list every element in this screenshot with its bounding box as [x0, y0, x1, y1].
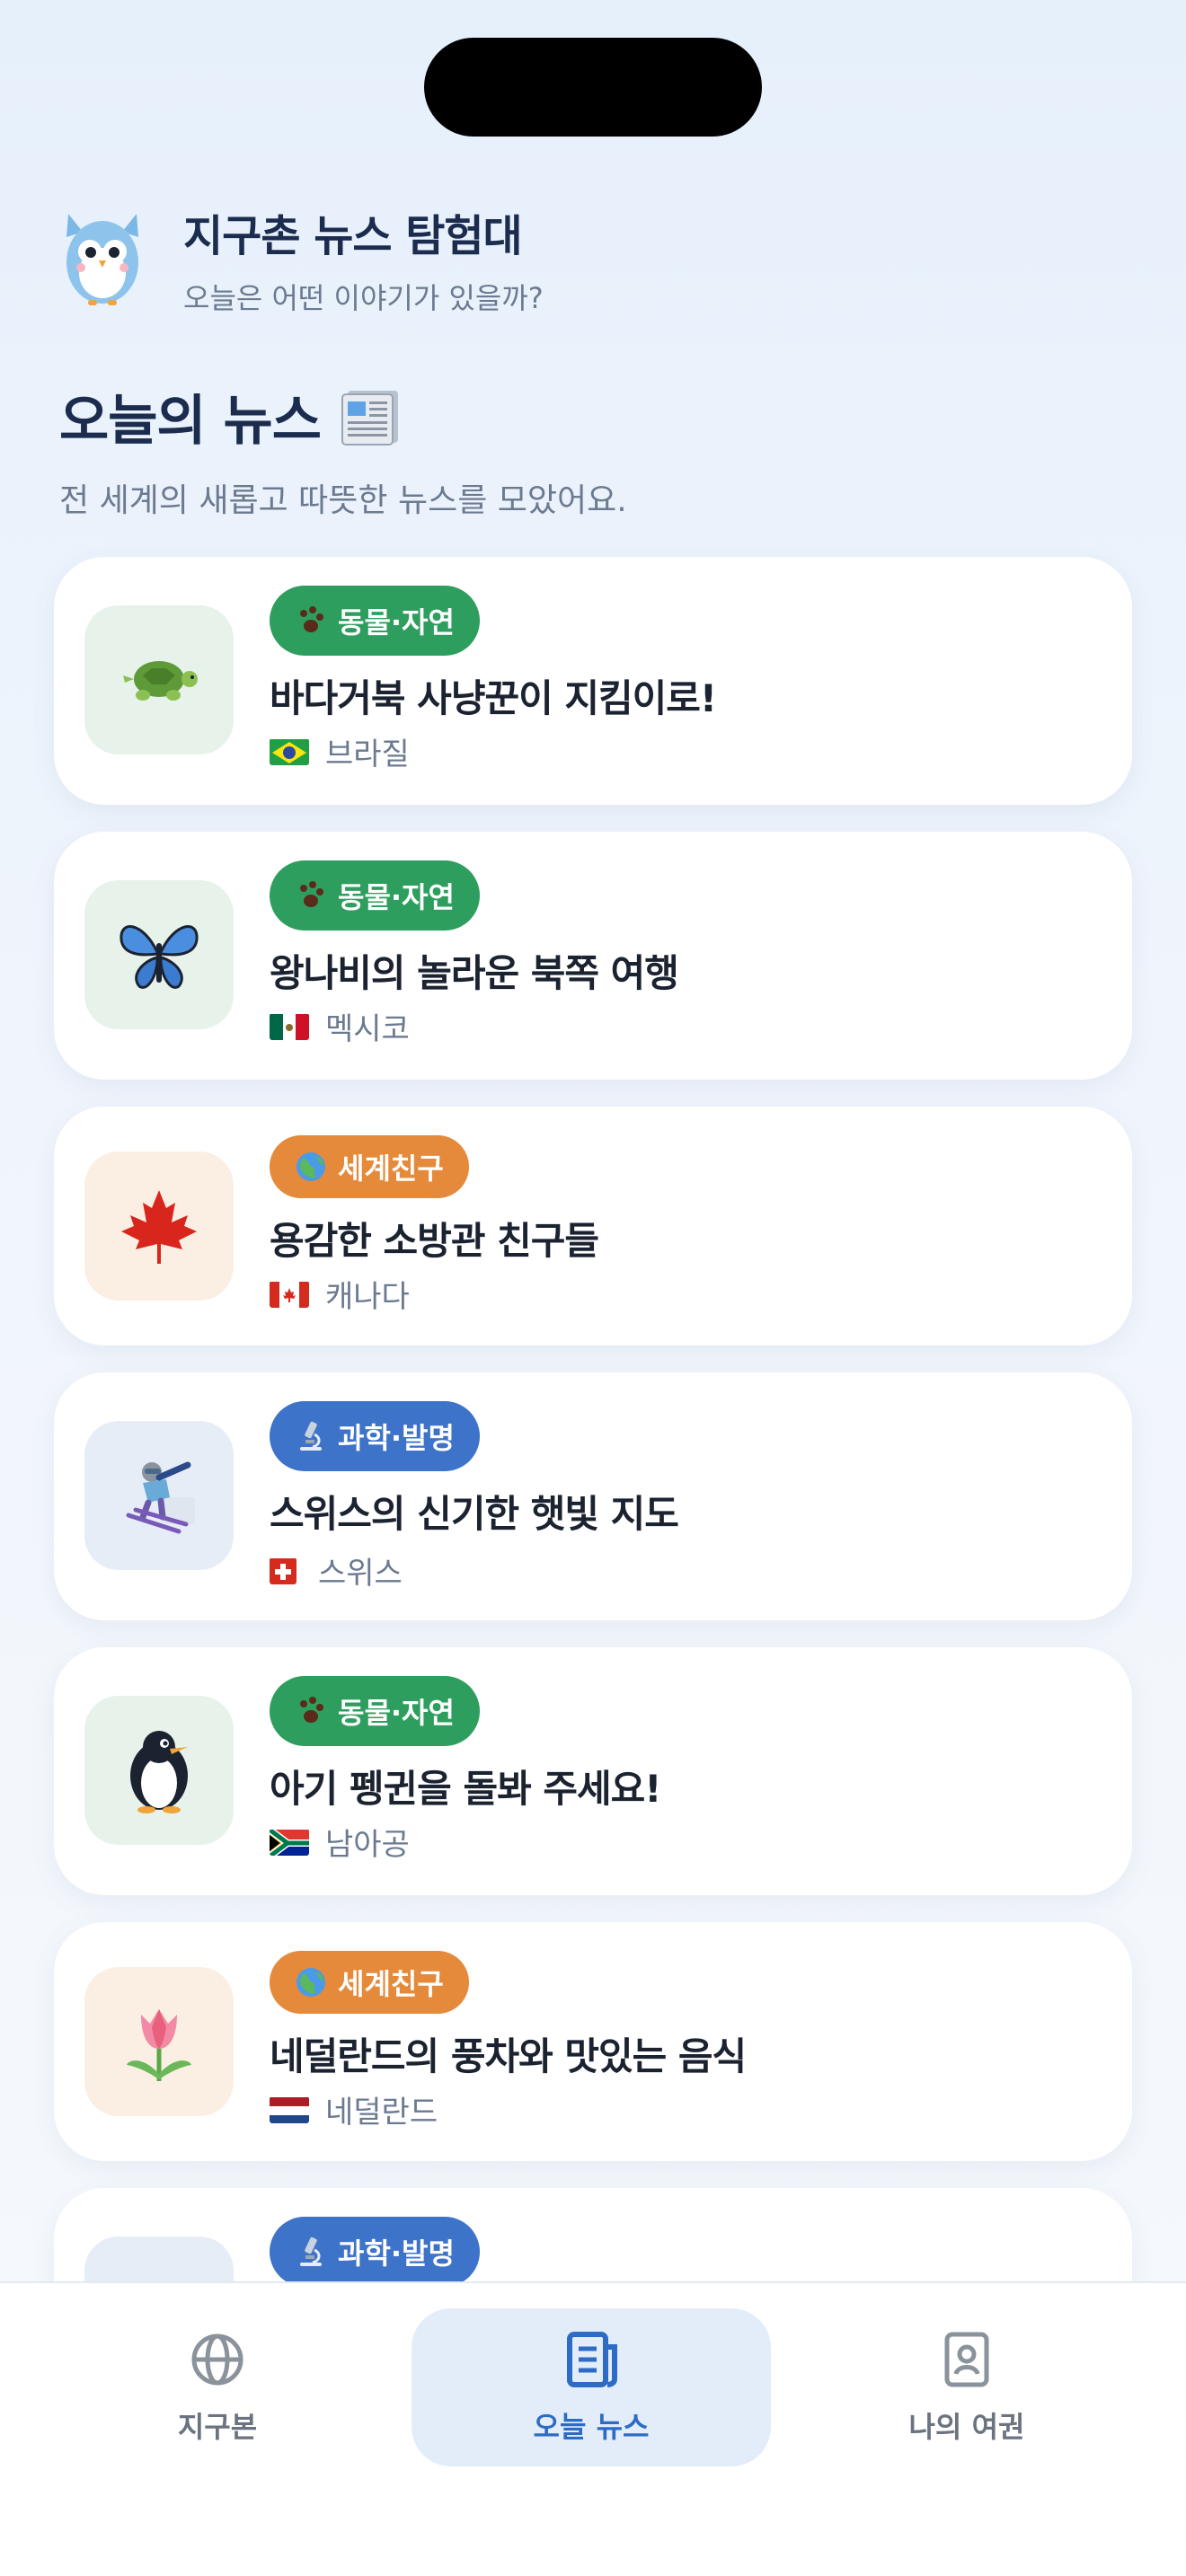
category-badge: 세계친구 — [270, 1135, 469, 1198]
app-title: 지구촌 뉴스 탐험대 — [183, 211, 523, 261]
globe-icon — [293, 1149, 329, 1185]
category-label: 세계친구 — [338, 1151, 444, 1186]
south-africa-flag-icon — [270, 1828, 309, 1856]
news-title: 스위스의 신기한 햇빛 지도 — [270, 1492, 679, 1536]
category-label: 동물·자연 — [338, 1696, 455, 1730]
category-badge: 과학·발명 — [270, 1401, 480, 1471]
news-card[interactable]: 동물·자연 아기 펭귄을 돌봐 주세요! 남아공 — [54, 1647, 1132, 1895]
netherlands-flag-icon — [270, 2096, 309, 2123]
turtle-icon — [84, 605, 234, 754]
maple-leaf-icon — [84, 1151, 234, 1301]
news-title: 왕나비의 놀라운 북쪽 여행 — [270, 951, 679, 995]
tab-globe[interactable]: 지구본 — [38, 2308, 397, 2466]
country-label: 캐나다 — [270, 1272, 410, 1316]
country-name: 스위스 — [318, 1556, 403, 1592]
tab-label: 나의 여권 — [908, 2410, 1025, 2444]
country-name: 네덜란드 — [325, 2095, 438, 2130]
canada-flag-icon — [270, 1281, 309, 1308]
country-label: 브라질 — [270, 729, 410, 773]
brazil-flag-icon — [270, 738, 309, 765]
passport-icon — [944, 2332, 989, 2387]
country-name: 멕시코 — [325, 1011, 410, 1047]
paw-icon — [293, 878, 329, 913]
news-card[interactable]: 동물·자연 왕나비의 놀라운 북쪽 여행 멕시코 — [54, 832, 1132, 1080]
app-header: 지구촌 뉴스 탐험대 오늘은 어떤 이야기가 있을까? — [59, 205, 544, 315]
skier-icon — [84, 1421, 234, 1570]
category-label: 세계친구 — [338, 1967, 444, 2001]
category-badge: 동물·자연 — [270, 860, 480, 931]
news-card[interactable]: 세계친구 네덜란드의 풍차와 맛있는 음식 네덜란드 — [54, 1922, 1132, 2161]
news-card[interactable]: 과학·발명 스위스의 신기한 햇빛 지도 스위스 — [54, 1372, 1132, 1620]
owl-icon — [59, 205, 146, 313]
tab-today-news[interactable]: 오늘 뉴스 — [412, 2308, 771, 2466]
category-badge: 동물·자연 — [270, 586, 480, 656]
tab-label: 지구본 — [177, 2410, 258, 2444]
globe-outline-icon — [191, 2333, 243, 2386]
news-title: 용감한 소방관 친구들 — [270, 1219, 599, 1263]
category-badge: 세계친구 — [270, 1951, 469, 2014]
country-label: 스위스 — [270, 1548, 403, 1592]
news-thumbnail — [84, 2236, 234, 2281]
penguin-icon — [84, 1696, 234, 1845]
section-title: 오늘의 뉴스 — [59, 377, 403, 455]
category-label: 동물·자연 — [338, 880, 455, 914]
category-badge: 동물·자연 — [270, 1676, 480, 1746]
news-title: 아기 펭귄을 돌봐 주세요! — [270, 1767, 661, 1811]
paw-icon — [293, 1693, 329, 1729]
news-card[interactable]: 세계친구 용감한 소방관 친구들 캐나다 — [54, 1107, 1132, 1345]
globe-icon — [293, 1964, 329, 2000]
news-list[interactable]: 동물·자연 바다거북 사냥꾼이 지킴이로! 브라질 동물·자연 왕나비의 놀라운… — [0, 539, 1186, 2281]
country-label: 남아공 — [270, 1820, 410, 1864]
dynamic-island — [424, 38, 762, 137]
newspaper-icon — [339, 387, 403, 446]
document-icon — [567, 2332, 617, 2387]
tab-passport[interactable]: 나의 여권 — [787, 2308, 1146, 2466]
news-title: 네덜란드의 풍차와 맛있는 음식 — [270, 2034, 747, 2078]
butterfly-icon — [84, 880, 234, 1029]
category-label: 과학·발명 — [338, 2236, 455, 2271]
country-name: 남아공 — [325, 1827, 410, 1863]
news-card[interactable]: 과학·발명 — [54, 2188, 1132, 2281]
news-card[interactable]: 동물·자연 바다거북 사냥꾼이 지킴이로! 브라질 — [54, 557, 1132, 805]
tulip-icon — [84, 1967, 234, 2116]
microscope-icon — [293, 2234, 329, 2270]
category-label: 동물·자연 — [338, 605, 455, 640]
paw-icon — [293, 603, 329, 639]
bottom-tab-bar: 지구본 오늘 뉴스 나의 여권 — [0, 2281, 1186, 2576]
country-label: 네덜란드 — [270, 2087, 438, 2131]
category-label: 과학·발명 — [338, 1421, 455, 1455]
news-title: 바다거북 사냥꾼이 지킴이로! — [270, 676, 717, 720]
section-description: 전 세계의 새롭고 따뜻한 뉴스를 모았어요. — [59, 482, 627, 519]
app-subtitle: 오늘은 어떤 이야기가 있을까? — [183, 281, 544, 315]
section-title-text: 오늘의 뉴스 — [59, 390, 322, 453]
country-name: 캐나다 — [325, 1279, 410, 1315]
switzerland-flag-icon — [270, 1557, 296, 1584]
country-label: 멕시코 — [270, 1004, 410, 1048]
microscope-icon — [293, 1418, 329, 1454]
category-badge: 과학·발명 — [270, 2217, 480, 2281]
country-name: 브라질 — [325, 737, 410, 772]
tab-label: 오늘 뉴스 — [533, 2410, 650, 2444]
mexico-flag-icon — [270, 1013, 309, 1040]
